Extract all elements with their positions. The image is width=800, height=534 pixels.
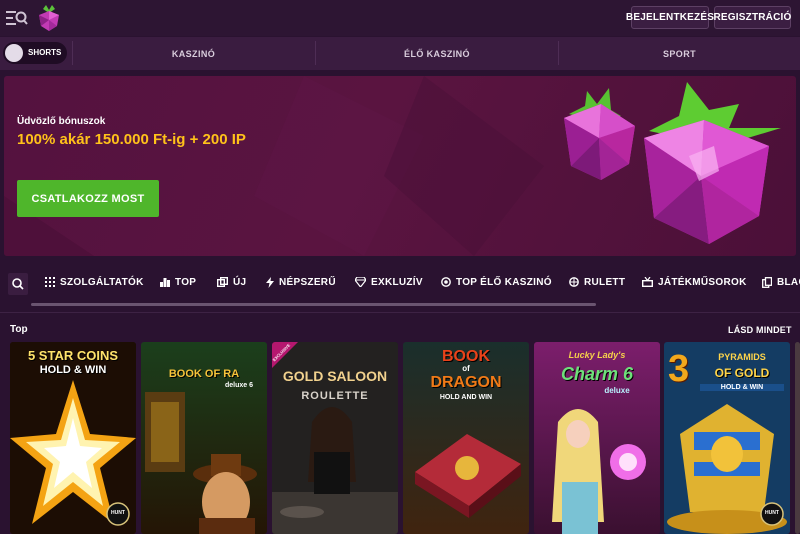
game-title: Lucky Lady's — [568, 350, 626, 360]
game-tile-3-pyramids-of-gold[interactable]: 3 PYRAMIDS OF GOLD HOLD & WIN HUNT — [664, 342, 790, 534]
category-scrollbar[interactable] — [31, 303, 596, 306]
raspberry-gems-illustration — [564, 82, 781, 244]
banner-subtitle: Üdvözlő bónuszok — [17, 116, 106, 127]
section-title: Top — [10, 324, 28, 335]
hunt-badge: HUNT — [111, 510, 125, 516]
category-label: TOP ÉLŐ KASZINÓ — [456, 276, 552, 288]
shorts-label: SHORTS — [28, 48, 62, 57]
login-button[interactable]: BEJELENTKEZÉS — [626, 6, 714, 29]
category-top-live-casino[interactable]: TOP ÉLŐ KASZINÓ — [441, 275, 552, 289]
category-new[interactable]: ÚJ — [217, 275, 246, 289]
game-title: GOLD SALOON — [282, 368, 388, 384]
game-subtitle: HOLD & WIN — [39, 364, 107, 376]
new-icon — [217, 277, 228, 287]
game-title-gold: OF GOLD — [714, 366, 770, 380]
game-tile-5-star-coins[interactable]: 5 STAR COINS HOLD & WIN HUNT — [10, 342, 136, 534]
game-subtitle: HOLD & WIN — [700, 384, 784, 391]
game-tile-book-of-dragon[interactable]: BOOK of DRAGON HOLD AND WIN — [403, 342, 529, 534]
category-providers[interactable]: SZOLGÁLTATÓK — [45, 275, 144, 289]
section-divider — [0, 312, 800, 313]
banner-headline: 100% akár 150.000 Ft-ig + 200 IP — [17, 131, 246, 148]
game-tile-gold-saloon-roulette[interactable]: GOLD SALOON ROULETTE EXCLUSIVE — [272, 342, 398, 534]
game-subtitle: deluxe 6 — [224, 382, 253, 389]
game-show-icon — [642, 277, 653, 287]
category-popular[interactable]: NÉPSZERŰ — [266, 275, 336, 289]
nav-tab-live-casino[interactable]: ÉLŐ KASZINÓ — [316, 37, 558, 70]
raspberry-logo-icon[interactable] — [37, 5, 61, 31]
category-label: BLAC — [777, 276, 800, 288]
game-title-of: of — [462, 364, 470, 373]
category-label: SZOLGÁLTATÓK — [60, 276, 144, 288]
category-game-shows[interactable]: JÁTÉKMŰSOROK — [642, 275, 747, 289]
game-tile-partial[interactable] — [795, 342, 800, 534]
category-exclusive[interactable]: EXKLUZÍV — [355, 275, 423, 289]
category-label: TOP — [175, 276, 197, 288]
see-all-link[interactable]: LÁSD MINDET — [728, 325, 792, 335]
category-label: NÉPSZERŰ — [279, 276, 336, 288]
game-number: 3 — [668, 348, 690, 390]
diamond-icon — [355, 277, 366, 287]
search-button[interactable] — [8, 273, 28, 295]
game-title: BOOK OF RA — [168, 368, 240, 380]
nav-tab-casino[interactable]: KASZINÓ — [72, 37, 315, 70]
game-subtitle: HOLD AND WIN — [439, 394, 493, 401]
podium-icon — [160, 278, 170, 287]
game-subtitle: Charm 6 — [560, 364, 634, 384]
search-icon — [12, 278, 24, 290]
game-title: 5 STAR COINS — [27, 348, 119, 363]
menu-search-icon[interactable] — [6, 10, 28, 26]
game-subtitle: ROULETTE — [301, 390, 369, 402]
game-title-dragon: DRAGON — [430, 374, 502, 391]
nav-tab-sport[interactable]: SPORT — [559, 37, 800, 70]
shorts-avatar-icon — [5, 44, 23, 62]
category-roulette[interactable]: RULETT — [569, 275, 625, 289]
category-label: JÁTÉKMŰSOROK — [658, 276, 747, 288]
game-deluxe: deluxe — [604, 386, 630, 395]
hunt-badge: HUNT — [765, 510, 779, 516]
category-label: RULETT — [584, 276, 626, 288]
grid-icon — [45, 277, 55, 287]
promo-banner[interactable]: Üdvözlő bónuszok 100% akár 150.000 Ft-ig… — [4, 76, 796, 256]
cards-icon — [762, 276, 772, 288]
lightning-icon — [266, 276, 274, 288]
game-title: PYRAMIDS — [718, 352, 766, 362]
register-button[interactable]: REGISZTRÁCIÓ — [714, 6, 791, 29]
category-label: ÚJ — [233, 276, 247, 288]
category-blackjack[interactable]: BLAC — [762, 275, 800, 289]
shorts-toggle[interactable]: SHORTS — [3, 42, 67, 64]
game-tile-lucky-ladys-charm[interactable]: Lucky Lady's Charm 6 deluxe — [534, 342, 660, 534]
category-top[interactable]: TOP — [160, 275, 196, 289]
live-chip-icon — [441, 277, 451, 287]
roulette-icon — [569, 277, 579, 287]
game-tile-book-of-ra[interactable]: BOOK OF RA deluxe 6 — [141, 342, 267, 534]
join-now-button[interactable]: CSATLAKOZZ MOST — [17, 180, 159, 217]
category-label: EXKLUZÍV — [371, 276, 423, 288]
